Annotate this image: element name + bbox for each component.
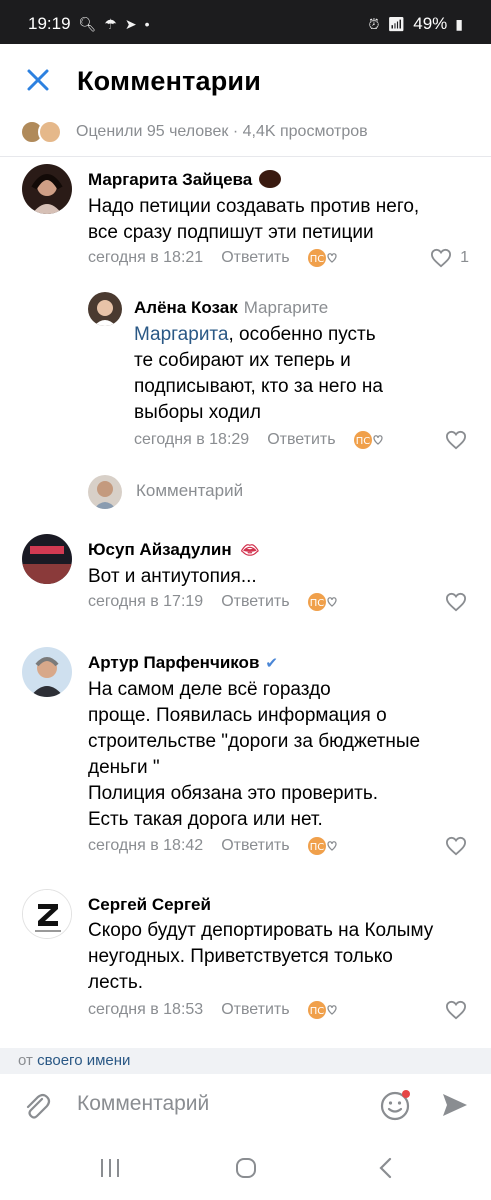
avatar[interactable] — [88, 292, 122, 326]
notification-icon: ☂︎ — [104, 15, 117, 32]
comment-text: Маргарита, особенно пусть те собирают их… — [134, 324, 383, 423]
wifi-icon: 📶︎ — [387, 15, 406, 32]
emoji-icon — [380, 1090, 410, 1121]
search-icon: 🔍︎ — [78, 15, 97, 32]
avatar[interactable] — [22, 164, 72, 214]
reaction-icon[interactable]: ПС — [306, 592, 340, 612]
comment-author[interactable]: Алёна Козак Маргарите — [134, 298, 328, 318]
avatar[interactable] — [22, 534, 72, 584]
comment-actions: сегодня в 18:21 Ответить ПС — [88, 248, 340, 268]
reaction-icon[interactable]: ПС — [306, 248, 340, 268]
heart-icon — [445, 430, 467, 450]
battery-icon: ▮ — [455, 15, 463, 32]
comments-sheet: Комментарии Оценили 95 человек · 4,4K пр… — [0, 44, 491, 1200]
like-button[interactable] — [445, 592, 467, 612]
reply-to: Маргарите — [243, 298, 329, 317]
heart-icon — [445, 1000, 467, 1020]
nav-recent-button[interactable] — [98, 1156, 122, 1185]
reaction-icon[interactable]: ПС — [352, 430, 386, 450]
svg-text:ПС: ПС — [309, 598, 324, 609]
avatar[interactable] — [22, 647, 72, 697]
reply-input[interactable]: Комментарий — [136, 481, 243, 501]
dot-icon: • — [144, 16, 150, 32]
reply-button[interactable]: Ответить — [221, 837, 289, 855]
comment-actions: сегодня в 17:19 Ответить ПС — [88, 592, 340, 612]
alarm-icon: ⏰︎ — [368, 15, 380, 32]
comment-composer: Комментарий — [0, 1076, 491, 1136]
sticker-icon — [258, 170, 281, 188]
reply-button[interactable]: Ответить — [221, 1001, 289, 1019]
author-selector[interactable]: от своего имени — [0, 1048, 491, 1074]
avatar — [88, 475, 122, 509]
nav-recent-icon — [101, 1159, 119, 1177]
comment-time: сегодня в 18:42 — [88, 837, 204, 854]
comment-time: сегодня в 18:21 — [88, 249, 204, 266]
stats-text: Оценили 95 человек · 4,4K просмотров — [76, 123, 368, 140]
comment-text: Надо петиции создавать против него, все … — [88, 196, 420, 243]
comment-text: Вот и антиутопия... — [88, 566, 257, 587]
nav-back-icon — [379, 1157, 392, 1179]
reply-button[interactable]: Ответить — [221, 249, 289, 267]
page-title: Комментарии — [77, 66, 262, 96]
reply-button[interactable]: Ответить — [221, 593, 289, 611]
send-button[interactable] — [440, 1090, 470, 1125]
like-button[interactable]: 1 — [430, 248, 469, 268]
battery-percent: 49% — [413, 14, 448, 33]
avatar[interactable] — [22, 889, 72, 939]
from-prefix: от — [18, 1052, 33, 1069]
nav-home-button[interactable] — [234, 1156, 258, 1185]
like-count: 1 — [460, 249, 469, 266]
attach-icon — [26, 1093, 51, 1119]
system-nav-bar — [0, 1140, 491, 1200]
like-button[interactable] — [445, 430, 467, 450]
send-icon — [443, 1094, 467, 1116]
from-link[interactable]: своего имени — [37, 1052, 130, 1069]
comment-author[interactable]: Сергей Сергей — [88, 895, 211, 915]
comment-time: сегодня в 17:19 — [88, 593, 204, 610]
verified-icon: ✔ — [265, 655, 278, 672]
svg-text:ПС: ПС — [309, 254, 324, 265]
comment-actions: сегодня в 18:42 Ответить ПС — [88, 836, 340, 856]
svg-text:ПС: ПС — [355, 436, 370, 447]
emoji-button[interactable] — [378, 1088, 412, 1127]
mention-link[interactable]: Маргарита — [134, 324, 229, 345]
status-time: 19:19 — [28, 14, 71, 33]
likers-avatars — [20, 120, 68, 144]
status-left: 19:19 🔍︎ ☂︎ ➤ • — [28, 14, 150, 34]
like-button[interactable] — [445, 836, 467, 856]
comment-time: сегодня в 18:53 — [88, 1001, 204, 1018]
svg-text:ПС: ПС — [309, 1006, 324, 1017]
header: Комментарии — [0, 44, 491, 116]
attach-button[interactable] — [22, 1090, 52, 1127]
divider — [0, 156, 491, 157]
comment-author[interactable]: Артур Парфенчиков ✔ — [88, 653, 278, 673]
close-icon — [27, 69, 49, 91]
post-stats[interactable]: Оценили 95 человек · 4,4K просмотров — [20, 120, 368, 144]
reaction-icon[interactable]: ПС — [306, 836, 340, 856]
heart-icon — [445, 836, 467, 856]
comment-author[interactable]: Юсуп Айзадулин 👄︎ — [88, 540, 259, 560]
like-button[interactable] — [445, 1000, 467, 1020]
close-button[interactable] — [22, 64, 54, 96]
status-bar: 19:19 🔍︎ ☂︎ ➤ • ⏰︎ 📶︎ 49% ▮ — [0, 0, 491, 44]
comment-input[interactable]: Комментарий — [77, 1092, 209, 1116]
comment-author[interactable]: Маргарита Зайцева — [88, 170, 281, 190]
lips-icon: 👄︎ — [240, 542, 260, 559]
comment-actions: сегодня в 18:29 Ответить ПС — [134, 430, 386, 450]
reaction-icon[interactable]: ПС — [306, 1000, 340, 1020]
heart-icon — [445, 592, 467, 612]
svg-text:ПС: ПС — [309, 842, 324, 853]
comment-text: На самом деле всё гораздо проще. Появила… — [88, 679, 421, 830]
nav-home-icon — [236, 1158, 256, 1178]
comment-actions: сегодня в 18:53 Ответить ПС — [88, 1000, 340, 1020]
nav-back-button[interactable] — [374, 1156, 398, 1185]
avatar — [38, 120, 62, 144]
heart-icon — [431, 248, 452, 268]
comment-text: Скоро будут депортировать на Колыму неуг… — [88, 920, 434, 993]
telegram-icon: ➤ — [124, 15, 137, 32]
reply-button[interactable]: Ответить — [267, 431, 335, 449]
comment-time: сегодня в 18:29 — [134, 431, 250, 448]
status-right: ⏰︎ 📶︎ 49% ▮ — [369, 14, 463, 34]
